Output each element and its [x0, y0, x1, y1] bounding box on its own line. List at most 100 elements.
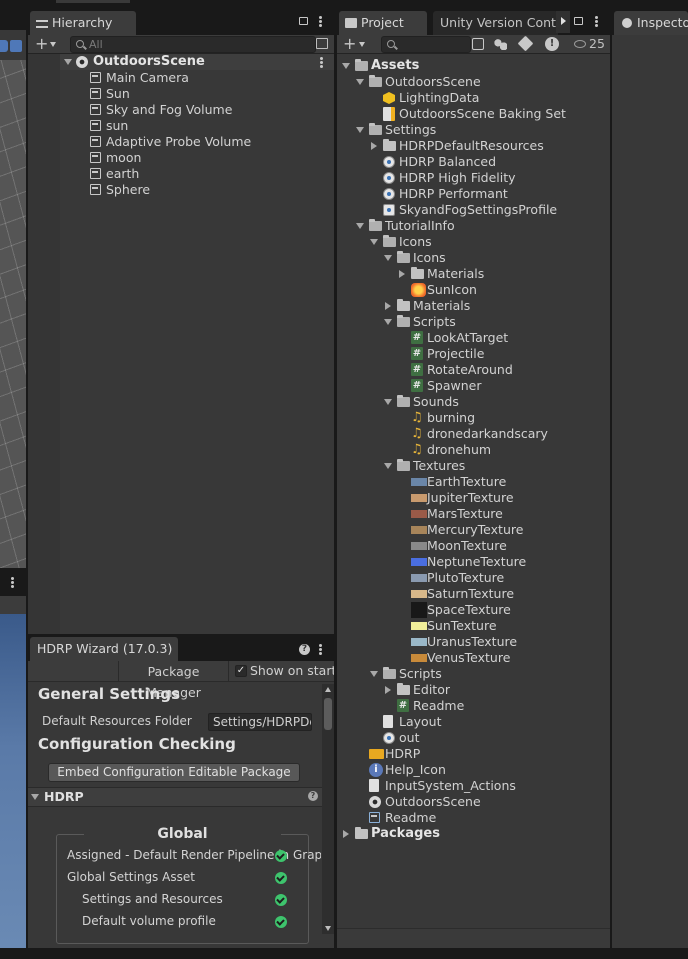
- project-tree-item[interactable]: LightingData: [337, 90, 610, 106]
- project-tree-item[interactable]: NeptuneTexture: [337, 554, 610, 570]
- project-tree-item[interactable]: MarsTexture: [337, 506, 610, 522]
- expanded-arrow-icon[interactable]: [370, 239, 378, 245]
- expanded-arrow-icon[interactable]: [356, 223, 364, 229]
- hierarchy-item[interactable]: sun: [88, 118, 328, 134]
- collapsed-arrow-icon[interactable]: [385, 302, 391, 310]
- project-tree-item[interactable]: OutdoorsScene: [337, 74, 610, 90]
- hierarchy-menu-icon[interactable]: [319, 16, 322, 27]
- hierarchy-search-input[interactable]: All: [70, 36, 316, 53]
- chevron-down-icon[interactable]: [50, 42, 56, 47]
- project-tree-item[interactable]: PlutoTexture: [337, 570, 610, 586]
- top-toolbar-button[interactable]: [56, 0, 130, 3]
- project-tree-item[interactable]: ♫ dronedarkandscary: [337, 426, 610, 442]
- project-tree-item[interactable]: ♫ burning: [337, 410, 610, 426]
- scene-visibility-icon[interactable]: [316, 38, 328, 49]
- project-tree-item[interactable]: Packages: [337, 826, 610, 842]
- project-tree-item[interactable]: TutorialInfo: [337, 218, 610, 234]
- project-tree-item[interactable]: Icons: [337, 234, 610, 250]
- project-tree-item[interactable]: Assets: [337, 58, 610, 74]
- tab-hierarchy[interactable]: Hierarchy: [30, 11, 136, 35]
- project-tree-item[interactable]: # RotateAround: [337, 362, 610, 378]
- hdrp-section-arrow-icon[interactable]: [31, 794, 39, 800]
- scene-view[interactable]: [0, 30, 26, 568]
- project-create-button[interactable]: +: [343, 36, 356, 52]
- embed-configuration-button[interactable]: Embed Configuration Editable Package: [48, 763, 300, 782]
- hierarchy-item[interactable]: Adaptive Probe Volume: [88, 134, 328, 150]
- wizard-scroll-thumb[interactable]: [324, 698, 332, 730]
- project-tree-item[interactable]: # Projectile: [337, 346, 610, 362]
- project-tree-item[interactable]: Materials: [337, 298, 610, 314]
- project-tree-item[interactable]: # Readme: [337, 698, 610, 714]
- project-tree-item[interactable]: HDRP: [337, 746, 610, 762]
- game-view-menu-icon[interactable]: [11, 577, 14, 588]
- filter-by-type-icon[interactable]: [494, 38, 507, 50]
- project-tree-item[interactable]: EarthTexture: [337, 474, 610, 490]
- lock-icon[interactable]: [299, 17, 308, 25]
- hdrp-help-icon[interactable]: ?: [308, 791, 318, 801]
- hierarchy-item[interactable]: earth: [88, 166, 328, 182]
- collapsed-arrow-icon[interactable]: [343, 830, 349, 838]
- scene-dropdown-button[interactable]: [10, 40, 22, 52]
- expanded-arrow-icon[interactable]: [356, 79, 364, 85]
- project-create-chevron-icon[interactable]: [359, 42, 365, 47]
- expanded-arrow-icon[interactable]: [384, 255, 392, 261]
- project-tree-item[interactable]: Readme: [337, 810, 610, 826]
- hidden-packages-eye-icon[interactable]: [574, 40, 586, 48]
- expanded-arrow-icon[interactable]: [356, 127, 364, 133]
- collapsed-arrow-icon[interactable]: [371, 142, 377, 150]
- project-tree-item[interactable]: SunIcon: [337, 282, 610, 298]
- project-search-input[interactable]: [381, 36, 471, 53]
- expanded-arrow-icon[interactable]: [384, 463, 392, 469]
- project-tree-item[interactable]: SkyandFogSettingsProfile: [337, 202, 610, 218]
- project-tree-item[interactable]: # Spawner: [337, 378, 610, 394]
- scene-gizmo-button[interactable]: [0, 40, 8, 52]
- hierarchy-item[interactable]: Main Camera: [88, 70, 328, 86]
- project-tree-item[interactable]: Layout: [337, 714, 610, 730]
- hierarchy-item[interactable]: Sphere: [88, 182, 328, 198]
- scene-menu-icon[interactable]: [320, 57, 323, 68]
- project-tree-item[interactable]: SaturnTexture: [337, 586, 610, 602]
- project-tree-item[interactable]: Materials: [337, 266, 610, 282]
- expand-arrow-icon[interactable]: [64, 59, 72, 65]
- package-manager-button[interactable]: Package Manager: [118, 661, 229, 700]
- project-tree-item[interactable]: i Help_Icon: [337, 762, 610, 778]
- project-menu-icon[interactable]: [595, 16, 598, 27]
- project-tree-item[interactable]: Textures: [337, 458, 610, 474]
- project-tree-item[interactable]: Sounds: [337, 394, 610, 410]
- expanded-arrow-icon[interactable]: [384, 399, 392, 405]
- hierarchy-scene-row[interactable]: OutdoorsScene: [60, 54, 334, 70]
- project-tree-item[interactable]: Scripts: [337, 314, 610, 330]
- project-tree-item[interactable]: JupiterTexture: [337, 490, 610, 506]
- project-tree-item[interactable]: Icons: [337, 250, 610, 266]
- expanded-arrow-icon[interactable]: [384, 319, 392, 325]
- create-add-button[interactable]: +: [35, 36, 48, 52]
- project-tree-item[interactable]: Editor: [337, 682, 610, 698]
- default-resources-field[interactable]: Settings/HDRPDe: [208, 713, 312, 731]
- project-tree-item[interactable]: UranusTexture: [337, 634, 610, 650]
- expanded-arrow-icon[interactable]: [370, 671, 378, 677]
- log-type-icon[interactable]: !: [545, 37, 559, 51]
- tab-unity-version-control[interactable]: Unity Version Contro: [433, 11, 558, 35]
- scroll-up-icon[interactable]: [325, 687, 331, 692]
- project-tree-item[interactable]: # LookAtTarget: [337, 330, 610, 346]
- wizard-menu-icon[interactable]: [319, 644, 322, 655]
- expanded-arrow-icon[interactable]: [342, 63, 350, 69]
- game-view[interactable]: [0, 614, 26, 948]
- project-tree-item[interactable]: HDRPDefaultResources: [337, 138, 610, 154]
- scroll-down-icon[interactable]: [325, 926, 331, 931]
- tab-project[interactable]: Project: [339, 11, 427, 35]
- tab-hdrp-wizard[interactable]: HDRP Wizard (17.0.3): [30, 637, 178, 661]
- project-tree-item[interactable]: VenusTexture: [337, 650, 610, 666]
- project-tree-item[interactable]: MoonTexture: [337, 538, 610, 554]
- project-tree-item[interactable]: HDRP Performant: [337, 186, 610, 202]
- collapsed-arrow-icon[interactable]: [399, 270, 405, 278]
- project-tree-item[interactable]: OutdoorsScene: [337, 794, 610, 810]
- show-on-start-checkbox[interactable]: ✓: [235, 665, 247, 677]
- hierarchy-item[interactable]: Sky and Fog Volume: [88, 102, 328, 118]
- project-tree-item[interactable]: out: [337, 730, 610, 746]
- hierarchy-item[interactable]: Sun: [88, 86, 328, 102]
- project-tree-item[interactable]: Settings: [337, 122, 610, 138]
- collapsed-arrow-icon[interactable]: [385, 686, 391, 694]
- tab-inspector[interactable]: Inspector: [614, 11, 688, 35]
- project-lock-icon[interactable]: [574, 17, 583, 25]
